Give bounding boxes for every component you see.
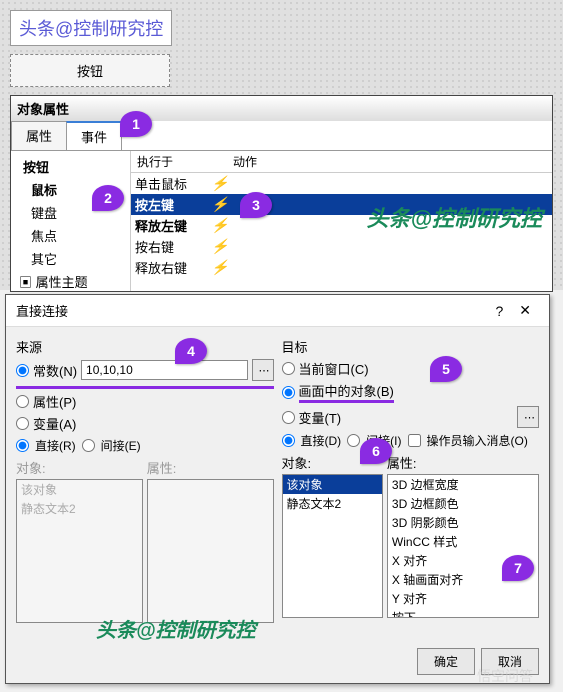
tgt-prop-list[interactable]: 3D 边框宽度 3D 边框颜色 3D 阴影颜色 WinCC 样式 X 对齐 X …	[387, 474, 539, 618]
src-obj-list: 该对象 静态文本2	[16, 479, 143, 623]
radio-direct-tgt[interactable]	[282, 434, 295, 447]
props-title: 对象属性	[11, 96, 552, 121]
event-list: 执行于 动作 单击鼠标⚡ 按左键⚡ 释放左键⚡ 按右键⚡ 释放右键⚡ 头条@控制…	[131, 151, 552, 291]
list-item: 该对象	[17, 480, 142, 499]
list-item[interactable]: 按下	[388, 608, 538, 618]
list-item[interactable]: 3D 边框颜色	[388, 494, 538, 513]
tgt-prop-label: 属性:	[387, 453, 539, 472]
list-item[interactable]: 该对象	[283, 475, 382, 494]
list-item[interactable]: WinCC 样式	[388, 532, 538, 551]
tree-root[interactable]: 按钮	[15, 155, 126, 178]
help-button[interactable]: ?	[487, 303, 511, 319]
event-tree: 按钮 鼠标 键盘 焦点 其它 ▣ 属性主题	[11, 151, 131, 291]
source-group: 来源 常数(N) ⋯ 属性(P) 变量(A) 直接(R) 间接(E) 对象:	[16, 337, 274, 637]
radio-constant[interactable]	[16, 364, 29, 377]
tree-theme[interactable]: ▣ 属性主题	[15, 270, 126, 293]
tree-other[interactable]: 其它	[15, 247, 126, 270]
constant-input[interactable]	[81, 360, 247, 380]
tab-attributes[interactable]: 属性	[11, 121, 67, 150]
canvas-button[interactable]: 按钮	[10, 54, 170, 87]
annotation-balloon: 1	[120, 111, 152, 137]
radio-current-window[interactable]	[282, 362, 295, 375]
bolt-icon: ⚡	[211, 259, 228, 276]
bolt-icon: ⚡	[211, 238, 228, 255]
watermark: 头条@控制研究控	[96, 614, 256, 643]
list-item[interactable]: 3D 阴影颜色	[388, 513, 538, 532]
radio-property[interactable]	[16, 395, 29, 408]
radio-direct-src[interactable]	[16, 439, 29, 452]
annotation-balloon: 6	[360, 438, 392, 464]
list-item[interactable]: 3D 边框宽度	[388, 475, 538, 494]
col-action: 动作	[213, 153, 257, 170]
picker-button[interactable]: ⋯	[517, 406, 539, 428]
tab-events[interactable]: 事件	[66, 121, 122, 150]
tabs: 属性 事件	[11, 121, 552, 151]
list-item[interactable]: Y 对齐	[388, 589, 538, 608]
bolt-icon: ⚡	[211, 196, 228, 213]
annotation-balloon: 5	[430, 356, 462, 382]
event-row[interactable]: 释放右键⚡	[131, 257, 552, 278]
bolt-icon: ⚡	[211, 175, 228, 192]
col-exec: 执行于	[133, 153, 213, 170]
watermark: 头条@控制研究控	[367, 201, 542, 233]
tgt-obj-list[interactable]: 该对象 静态文本2	[282, 474, 383, 618]
constant-label: 常数(N)	[33, 361, 77, 380]
property-label: 属性(P)	[33, 392, 76, 411]
radio-indirect-tgt[interactable]	[347, 434, 360, 447]
radio-indirect-src[interactable]	[82, 439, 95, 452]
platform-watermark: 悟空问答	[477, 666, 533, 686]
variable-src-label: 变量(A)	[33, 414, 76, 433]
annotation-balloon: 7	[502, 555, 534, 581]
ok-button[interactable]: 确定	[417, 648, 475, 675]
close-icon[interactable]: ✕	[511, 302, 539, 319]
picker-button[interactable]: ⋯	[252, 359, 274, 381]
annotation-balloon: 3	[240, 192, 272, 218]
annotation-balloon: 2	[92, 185, 124, 211]
list-item: 静态文本2	[17, 499, 142, 518]
radio-object-in-pic[interactable]	[282, 386, 295, 399]
src-prop-list	[147, 479, 274, 623]
target-label: 目标	[282, 337, 540, 356]
src-obj-label: 对象:	[16, 458, 143, 477]
event-row[interactable]: 单击鼠标⚡	[131, 173, 552, 194]
target-group: 目标 当前窗口(C) 画面中的对象(B) 变量(T)⋯ 直接(D) 间接(I) …	[282, 337, 540, 637]
radio-variable-tgt[interactable]	[282, 411, 295, 424]
tree-focus[interactable]: 焦点	[15, 224, 126, 247]
dialog-title: 直接连接	[16, 301, 487, 320]
annotation-balloon: 4	[175, 338, 207, 364]
list-item[interactable]: 静态文本2	[283, 494, 382, 513]
direct-connection-dialog: 直接连接 ? ✕ 来源 常数(N) ⋯ 属性(P) 变量(A) 直接(R) 间接…	[5, 294, 550, 684]
checkbox-oper-msg[interactable]	[408, 434, 421, 447]
bolt-icon: ⚡	[211, 217, 228, 234]
canvas-title: 头条@控制研究控	[10, 10, 172, 46]
src-prop-label: 属性:	[147, 458, 274, 477]
object-properties-panel: 对象属性 属性 事件 按钮 鼠标 键盘 焦点 其它 ▣ 属性主题 执行于 动作 …	[10, 95, 553, 292]
source-label: 来源	[16, 337, 274, 356]
radio-variable-src[interactable]	[16, 417, 29, 430]
event-row[interactable]: 按右键⚡	[131, 236, 552, 257]
